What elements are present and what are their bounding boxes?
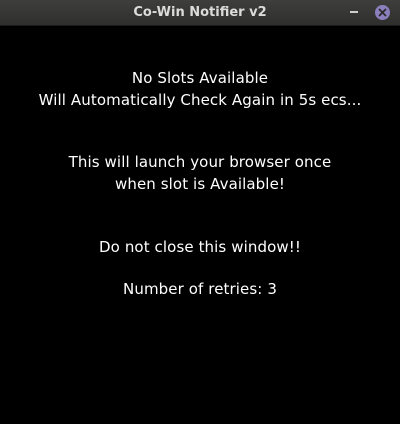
- info-text-line1: This will launch your browser once: [68, 153, 332, 171]
- minimize-button[interactable]: [346, 4, 362, 20]
- title-bar[interactable]: Co-Win Notifier v2: [0, 0, 400, 26]
- close-button[interactable]: [375, 5, 390, 20]
- info-text-line2: when slot is Available!: [114, 175, 286, 193]
- status-text-line2: Will Automatically Check Again in 5s ecs…: [38, 91, 362, 109]
- app-window: Co-Win Notifier v2 No Slots Available Wi…: [0, 0, 400, 424]
- close-icon: [378, 8, 387, 17]
- minimize-icon: [350, 11, 358, 13]
- status-text-line1: No Slots Available: [131, 69, 269, 87]
- window-title: Co-Win Notifier v2: [133, 5, 267, 20]
- message-area: No Slots Available Will Automatically Ch…: [0, 26, 400, 424]
- warning-text: Do not close this window!!: [99, 238, 301, 256]
- retry-count-text: Number of retries: 3: [123, 280, 277, 298]
